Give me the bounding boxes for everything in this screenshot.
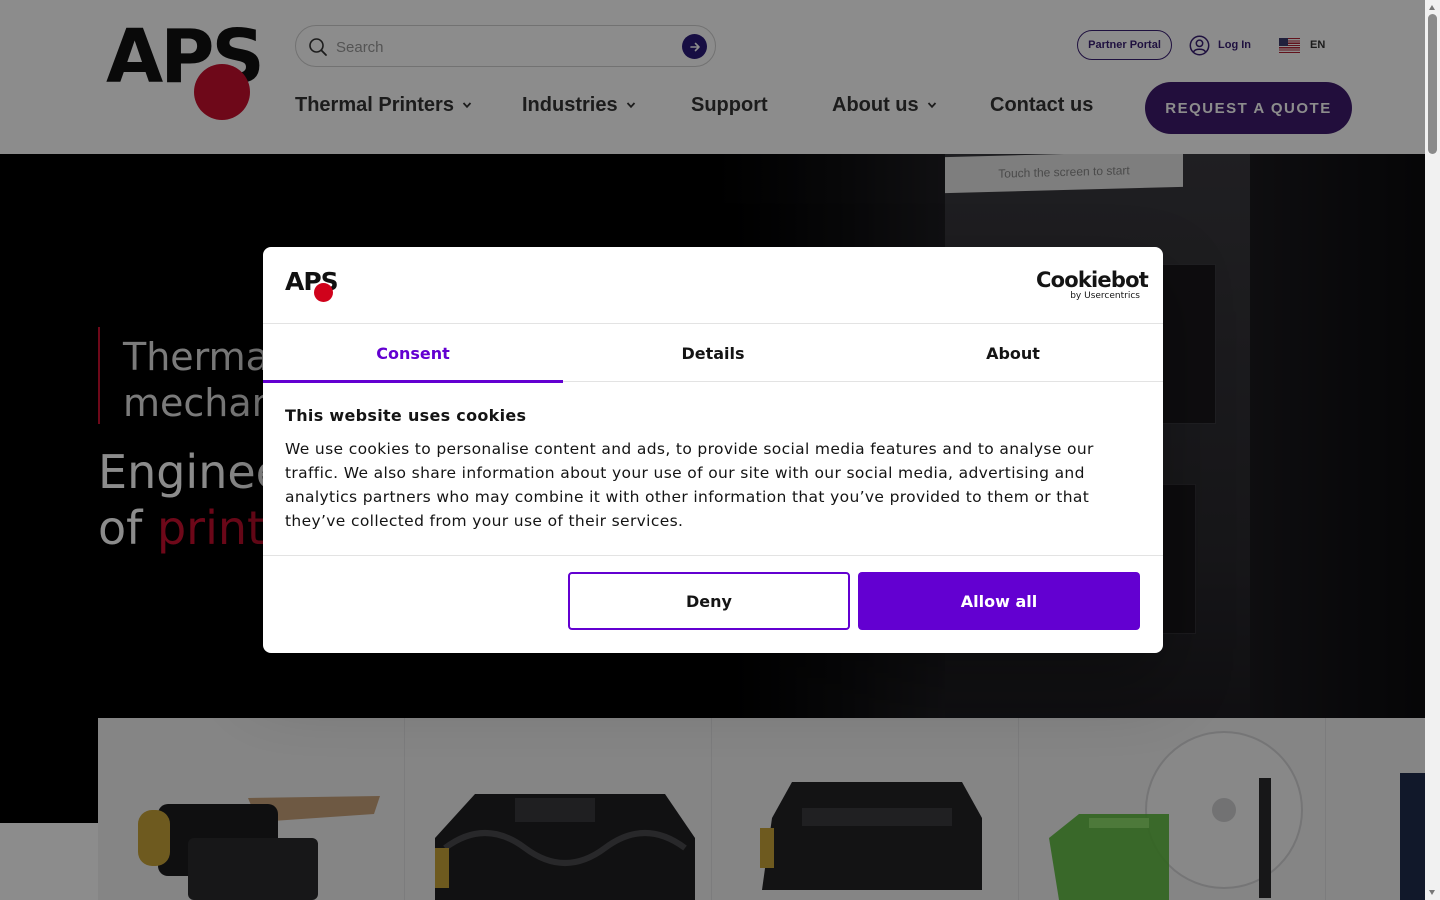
tab-about[interactable]: About bbox=[863, 324, 1163, 382]
dialog-tabs: Consent Details About bbox=[263, 324, 1163, 383]
dialog-text: We use cookies to personalise content an… bbox=[285, 440, 1094, 530]
scrollbar[interactable] bbox=[1425, 0, 1440, 900]
scrollbar-thumb[interactable] bbox=[1428, 14, 1437, 154]
cookiebot-byline: by Usercentrics bbox=[1070, 291, 1140, 301]
dialog-footer: Deny Allow all bbox=[263, 555, 1163, 653]
scroll-up-arrow-icon[interactable] bbox=[1429, 5, 1435, 10]
cookiebot-name: Cookiebot bbox=[1036, 268, 1149, 292]
tab-details[interactable]: Details bbox=[563, 324, 863, 382]
dialog-header: APS Cookiebot by Usercentrics bbox=[263, 247, 1163, 324]
scroll-down-arrow-icon[interactable] bbox=[1429, 890, 1435, 895]
allow-all-button[interactable]: Allow all bbox=[858, 572, 1140, 630]
tab-consent[interactable]: Consent bbox=[263, 324, 563, 383]
cookie-consent-dialog: APS Cookiebot by Usercentrics Consent De… bbox=[263, 247, 1163, 653]
logo-red-dot bbox=[314, 283, 333, 302]
cookiebot-logo[interactable]: Cookiebot by Usercentrics bbox=[1036, 268, 1149, 301]
aps-logo: APS bbox=[285, 269, 343, 303]
dialog-heading: This website uses cookies bbox=[285, 406, 527, 425]
deny-button[interactable]: Deny bbox=[568, 572, 850, 630]
dialog-body: This website uses cookies We use cookies… bbox=[285, 406, 1141, 533]
